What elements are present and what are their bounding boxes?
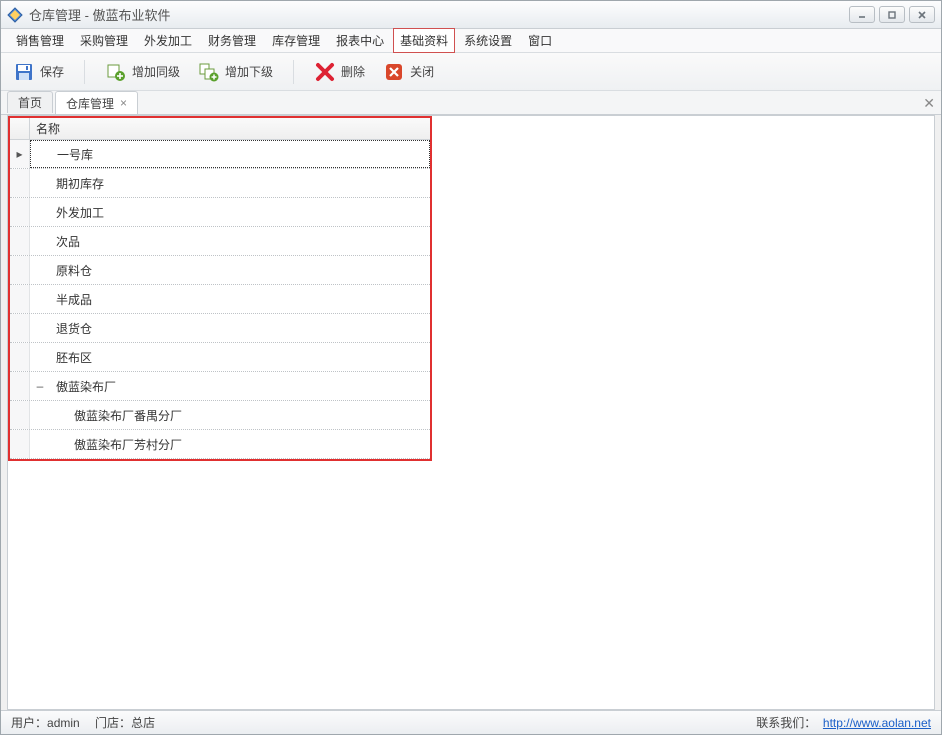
close-button[interactable]: 关闭	[381, 59, 436, 85]
row-label: 胚布区	[50, 349, 430, 366]
grid-gutter-header	[10, 118, 30, 139]
row-gutter	[10, 285, 30, 313]
contact-label: 联系我们：	[756, 714, 816, 731]
row-gutter	[10, 314, 30, 342]
minimize-button[interactable]	[849, 6, 875, 23]
row-label: 期初库存	[50, 175, 430, 192]
add-child-button[interactable]: 增加下级	[196, 59, 275, 85]
close-icon	[383, 61, 405, 83]
tree-row[interactable]: 外发加工	[10, 198, 430, 227]
row-label: 原料仓	[50, 262, 430, 279]
tree-row[interactable]: 次品	[10, 227, 430, 256]
add-child-icon	[198, 61, 220, 83]
tab-close-icon[interactable]: ×	[118, 96, 127, 110]
row-label: 退货仓	[50, 320, 430, 337]
row-gutter	[10, 372, 30, 400]
row-label: 外发加工	[50, 204, 430, 221]
tab-1[interactable]: 仓库管理 ×	[55, 91, 138, 114]
menu-item-2[interactable]: 外发加工	[137, 28, 199, 53]
menu-item-7[interactable]: 系统设置	[457, 28, 519, 53]
tab-0[interactable]: 首页	[7, 91, 53, 113]
tree-row[interactable]: ▸ 一号库	[10, 140, 430, 169]
tree-row[interactable]: 原料仓	[10, 256, 430, 285]
tree-row[interactable]: 半成品	[10, 285, 430, 314]
menu-item-6[interactable]: 基础资料	[393, 28, 455, 53]
delete-label: 删除	[341, 63, 365, 80]
tab-bar: 首页 仓库管理 × ✕	[1, 91, 941, 115]
warehouse-tree-panel: 名称 ▸一号库期初库存外发加工次品原料仓半成品退货仓胚布区–傲蓝染布厂傲蓝染布厂…	[8, 116, 432, 461]
save-button[interactable]: 保存	[11, 59, 66, 85]
delete-icon	[314, 61, 336, 83]
row-label: 半成品	[50, 291, 430, 308]
menubar: 销售管理采购管理外发加工财务管理库存管理报表中心基础资料系统设置窗口	[1, 29, 941, 53]
status-user-label: 用户：	[11, 714, 47, 731]
tabs-close-icon[interactable]: ✕	[923, 95, 935, 112]
row-gutter	[10, 198, 30, 226]
row-label: 次品	[50, 233, 430, 250]
menu-item-8[interactable]: 窗口	[521, 28, 559, 53]
tree-row[interactable]: 傲蓝染布厂芳村分厂	[10, 430, 430, 459]
row-label: 傲蓝染布厂番禺分厂	[70, 407, 430, 424]
row-label: 一号库	[51, 146, 429, 163]
tree-row[interactable]: 傲蓝染布厂番禺分厂	[10, 401, 430, 430]
grid-header: 名称	[10, 118, 430, 140]
status-store-label: 门店：	[95, 714, 131, 731]
row-gutter	[10, 227, 30, 255]
tree-row[interactable]: 胚布区	[10, 343, 430, 372]
delete-button[interactable]: 删除	[312, 59, 367, 85]
tab-label: 首页	[18, 94, 42, 111]
status-store: 总店	[131, 714, 155, 731]
add-sibling-label: 增加同级	[132, 63, 180, 80]
contact-link[interactable]: http://www.aolan.net	[823, 716, 931, 730]
row-gutter	[10, 430, 30, 458]
close-window-button[interactable]	[909, 6, 935, 23]
maximize-button[interactable]	[879, 6, 905, 23]
menu-item-4[interactable]: 库存管理	[265, 28, 327, 53]
save-label: 保存	[40, 63, 64, 80]
window-title: 仓库管理 - 傲蓝布业软件	[29, 5, 849, 24]
menu-item-3[interactable]: 财务管理	[201, 28, 263, 53]
status-bar: 用户： admin 门店： 总店 联系我们： http://www.aolan.…	[1, 710, 941, 734]
close-label: 关闭	[410, 63, 434, 80]
status-user: admin	[47, 716, 80, 730]
content-area: 名称 ▸一号库期初库存外发加工次品原料仓半成品退货仓胚布区–傲蓝染布厂傲蓝染布厂…	[7, 115, 935, 710]
add-child-label: 增加下级	[225, 63, 273, 80]
menu-item-1[interactable]: 采购管理	[73, 28, 135, 53]
titlebar: 仓库管理 - 傲蓝布业软件	[1, 1, 941, 29]
row-gutter: ▸	[10, 140, 30, 168]
menu-item-5[interactable]: 报表中心	[329, 28, 391, 53]
row-gutter	[10, 343, 30, 371]
menu-item-0[interactable]: 销售管理	[9, 28, 71, 53]
row-label: 傲蓝染布厂	[50, 378, 430, 395]
row-label: 傲蓝染布厂芳村分厂	[70, 436, 430, 453]
save-icon	[13, 61, 35, 83]
toolbar: 保存 增加同级 增加下级 删除 关闭	[1, 53, 941, 91]
tree-row[interactable]: 退货仓	[10, 314, 430, 343]
row-gutter	[10, 169, 30, 197]
expand-icon[interactable]: –	[30, 379, 50, 393]
row-gutter	[10, 401, 30, 429]
app-icon	[7, 7, 23, 23]
tree-row[interactable]: 期初库存	[10, 169, 430, 198]
tree-row[interactable]: –傲蓝染布厂	[10, 372, 430, 401]
add-sibling-icon	[105, 61, 127, 83]
row-gutter	[10, 256, 30, 284]
column-name-header[interactable]: 名称	[30, 120, 430, 137]
add-sibling-button[interactable]: 增加同级	[103, 59, 182, 85]
tab-label: 仓库管理	[66, 95, 114, 112]
